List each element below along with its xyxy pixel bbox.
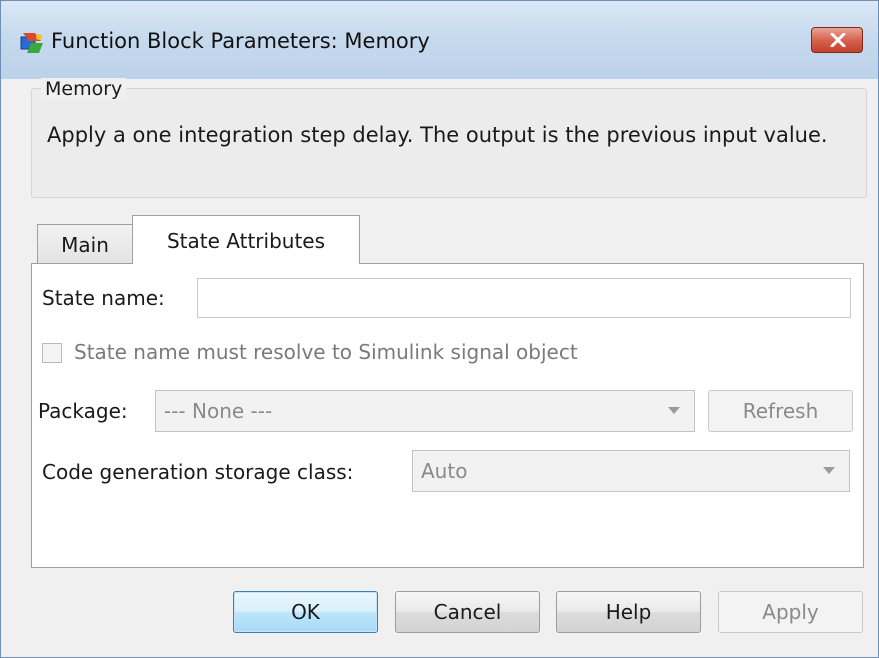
chevron-down-icon	[823, 467, 835, 474]
tab-state-attributes[interactable]: State Attributes	[132, 215, 360, 264]
title-bar[interactable]: Function Block Parameters: Memory	[1, 1, 878, 79]
state-name-input[interactable]	[197, 278, 851, 318]
storage-class-select[interactable]: Auto	[412, 450, 850, 492]
close-button[interactable]	[811, 27, 863, 53]
group-title: Memory	[41, 78, 127, 100]
chevron-down-icon	[668, 407, 680, 414]
storage-class-label: Code generation storage class:	[42, 460, 354, 484]
tab-main[interactable]: Main	[37, 224, 133, 264]
package-select[interactable]: --- None ---	[155, 390, 695, 432]
package-label: Package:	[38, 399, 128, 423]
block-description: Apply a one integration step delay. The …	[47, 123, 828, 147]
apply-button[interactable]: Apply	[718, 591, 863, 633]
ok-button[interactable]: OK	[233, 591, 378, 633]
resolve-signal-checkbox[interactable]	[42, 343, 62, 363]
close-icon	[830, 33, 846, 47]
simulink-block-icon	[19, 31, 45, 55]
cancel-button[interactable]: Cancel	[395, 591, 540, 633]
storage-class-select-value: Auto	[421, 459, 468, 483]
dialog-window: Function Block Parameters: Memory Memory…	[0, 0, 879, 658]
resolve-signal-label: State name must resolve to Simulink sign…	[74, 340, 578, 364]
window-title: Function Block Parameters: Memory	[51, 29, 430, 53]
help-button[interactable]: Help	[556, 591, 701, 633]
package-select-value: --- None ---	[164, 399, 273, 423]
refresh-button[interactable]: Refresh	[708, 390, 853, 432]
state-name-label: State name:	[42, 286, 165, 310]
